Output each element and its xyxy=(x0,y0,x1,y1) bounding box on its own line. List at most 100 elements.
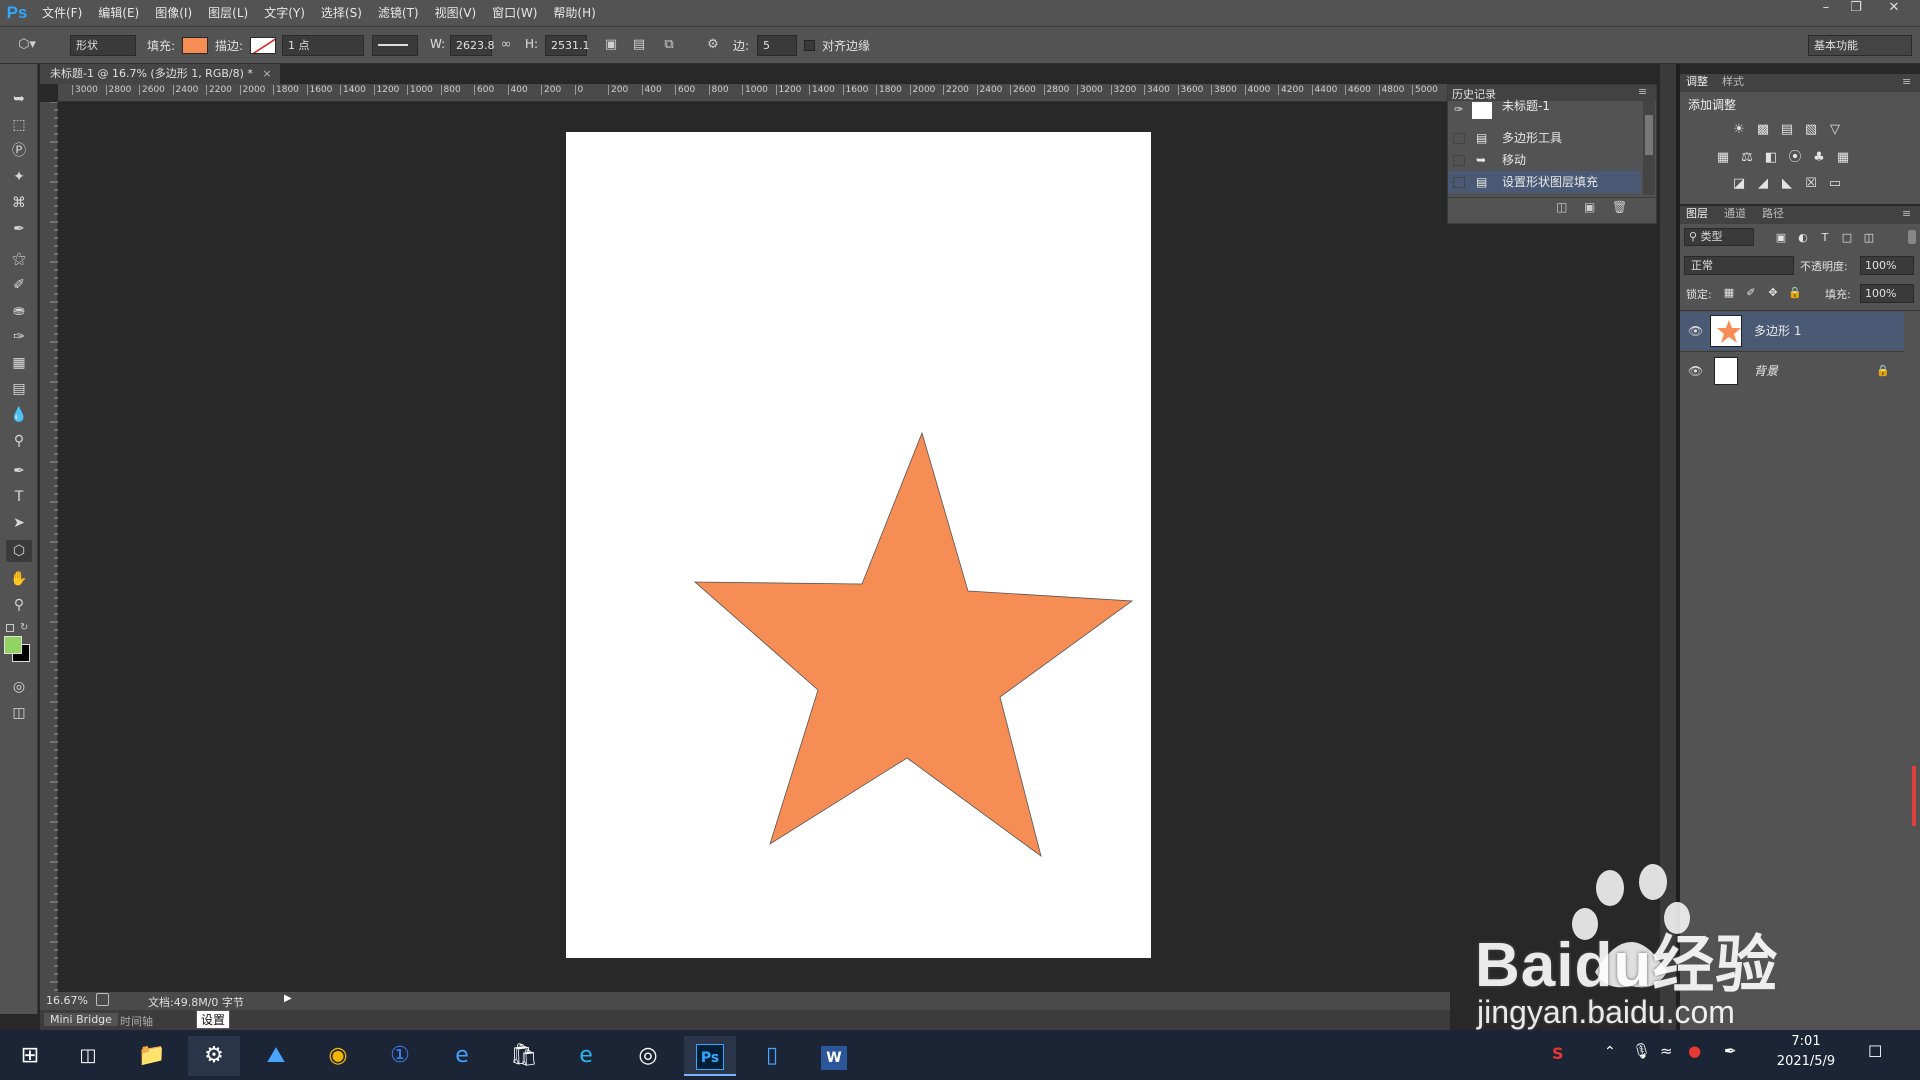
qq-browser-icon[interactable]: ◎ xyxy=(622,1036,674,1076)
tab-paths[interactable]: 路径 xyxy=(1762,206,1784,222)
menu-view[interactable]: 视图(V) xyxy=(427,0,485,26)
lock-position-icon[interactable]: ✥ xyxy=(1764,285,1782,301)
history-brush-tool-icon[interactable]: ✑ xyxy=(6,326,32,348)
clock-date[interactable]: 2021/5/9 xyxy=(1770,1054,1842,1069)
stroke-type-select[interactable] xyxy=(372,35,418,56)
status-menu-arrow-icon[interactable]: ▶ xyxy=(284,993,292,1004)
menu-edit[interactable]: 编辑(E) xyxy=(90,0,147,26)
panel-menu-icon[interactable]: ≡ xyxy=(1638,85,1647,98)
crop-tool-icon[interactable]: ⌘ xyxy=(6,192,32,214)
blur-tool-icon[interactable]: 💧 xyxy=(6,404,32,426)
tab-layers[interactable]: 图层 xyxy=(1686,206,1708,222)
history-checkbox[interactable] xyxy=(1453,155,1465,166)
hue-saturation-icon[interactable]: ▦ xyxy=(1714,150,1732,166)
photos-icon[interactable]: ⛰ xyxy=(250,1036,302,1076)
panel-menu-icon[interactable]: ≡ xyxy=(1902,206,1911,222)
document-canvas[interactable] xyxy=(566,132,1151,958)
default-colors-icon[interactable] xyxy=(6,624,14,632)
move-tool-icon[interactable]: ➥ xyxy=(6,88,32,110)
star-shape[interactable] xyxy=(566,132,1151,958)
task-view-icon[interactable]: ◫ xyxy=(62,1036,114,1076)
foreground-color-swatch[interactable] xyxy=(4,636,22,654)
photo-filter-icon[interactable]: ⦿ xyxy=(1786,150,1804,166)
tab-adjustments[interactable]: 调整 xyxy=(1686,74,1708,90)
history-snapshot[interactable]: ✑ 未标题-1 xyxy=(1448,99,1641,121)
color-lookup-icon[interactable]: ▦ xyxy=(1834,150,1852,166)
menu-filter[interactable]: 滤镜(T) xyxy=(370,0,427,26)
layer-name[interactable]: 多边形 1 xyxy=(1754,312,1801,350)
trash-icon[interactable]: 🗑 xyxy=(1612,200,1627,214)
type-tool-icon[interactable]: T xyxy=(6,486,32,508)
posterize-icon[interactable]: ◢ xyxy=(1754,176,1772,192)
zoom-tool-icon[interactable]: ⚲ xyxy=(6,594,32,616)
sides-field[interactable]: 5 xyxy=(757,35,797,56)
lock-pixels-icon[interactable]: ✐ xyxy=(1742,285,1760,301)
brightness-icon[interactable]: ☀ xyxy=(1730,122,1748,138)
layer-name[interactable]: 背景 xyxy=(1754,352,1778,390)
phone-app-icon[interactable]: ▯ xyxy=(746,1036,798,1076)
tray-expand-icon[interactable]: ⌃ xyxy=(1604,1044,1616,1060)
pen-tool-icon[interactable]: ✒ xyxy=(6,460,32,482)
pixel-filter-icon[interactable]: ▣ xyxy=(1772,230,1790,246)
zoom-level[interactable]: 16.67% xyxy=(46,994,88,1007)
curves-icon[interactable]: ▤ xyxy=(1778,122,1796,138)
exposure-icon[interactable]: ▧ xyxy=(1802,122,1820,138)
dodge-tool-icon[interactable]: ⚲ xyxy=(6,430,32,452)
lock-all-icon[interactable]: 🔒 xyxy=(1786,285,1804,301)
path-operations-icon[interactable]: ▣ xyxy=(602,36,620,54)
settings-gear-icon[interactable]: ⚙ xyxy=(188,1036,240,1076)
tab-channels[interactable]: 通道 xyxy=(1724,206,1746,222)
adjustment-filter-icon[interactable]: ◐ xyxy=(1794,230,1812,246)
menu-layer[interactable]: 图层(L) xyxy=(200,0,256,26)
new-document-icon[interactable]: ◫ xyxy=(1556,200,1567,214)
tab-timeline[interactable]: 时间轴 xyxy=(120,1013,153,1029)
height-field[interactable]: 2531.1 xyxy=(545,35,590,56)
filter-toggle[interactable] xyxy=(1908,230,1916,244)
gradient-tool-icon[interactable]: ▤ xyxy=(6,378,32,400)
layer-row[interactable]: 👁 背景 🔒 xyxy=(1680,351,1904,389)
polygon-tool-icon[interactable]: ⬡ xyxy=(6,540,32,562)
restore-icon[interactable]: ❐ xyxy=(1842,0,1870,18)
camera-icon[interactable]: ▣ xyxy=(1584,200,1595,214)
browser-icon[interactable]: e xyxy=(560,1036,612,1076)
gradient-map-icon[interactable]: ▭ xyxy=(1826,176,1844,192)
history-item[interactable]: ▤ 多边形工具 xyxy=(1448,127,1641,149)
tray-app-icon[interactable]: ● xyxy=(1688,1042,1701,1060)
eraser-tool-icon[interactable]: ▦ xyxy=(6,352,32,374)
shape-filter-icon[interactable]: □ xyxy=(1838,230,1856,246)
levels-icon[interactable]: ▩ xyxy=(1754,122,1772,138)
path-arrangement-icon[interactable]: ⧉ xyxy=(660,36,678,54)
swap-colors-icon[interactable]: ↻ xyxy=(20,622,28,633)
polygon-tool-preset-icon[interactable]: ⬡▾ xyxy=(18,36,36,54)
gear-icon[interactable]: ⚙ xyxy=(704,36,722,54)
history-scrollbar[interactable] xyxy=(1643,101,1655,195)
type-filter-icon[interactable]: T xyxy=(1816,230,1834,246)
workspace-select[interactable]: 基本功能 xyxy=(1808,35,1912,56)
eye-icon[interactable]: 👁 xyxy=(1688,352,1703,390)
eye-icon[interactable]: 👁 xyxy=(1688,312,1703,350)
eyedropper-tool-icon[interactable]: ✒ xyxy=(6,218,32,240)
blend-mode-select[interactable]: 正常 xyxy=(1684,256,1794,275)
vibrance-icon[interactable]: ▽ xyxy=(1826,122,1844,138)
clock-time[interactable]: 7:01 xyxy=(1776,1034,1836,1049)
store-icon[interactable]: 🛍 xyxy=(498,1036,550,1076)
stroke-width-field[interactable]: 1 点 xyxy=(282,35,364,56)
link-icon[interactable]: ∞ xyxy=(497,36,515,54)
pen-tray-icon[interactable]: ✒ xyxy=(1724,1042,1737,1060)
path-alignment-icon[interactable]: ▤ xyxy=(630,36,648,54)
history-item[interactable]: ➥ 移动 xyxy=(1448,149,1641,171)
history-checkbox[interactable] xyxy=(1453,177,1465,188)
document-tab[interactable]: 未标题-1 @ 16.7% (多边形 1, RGB/8) * × xyxy=(40,64,280,84)
sogou-input-icon[interactable]: S xyxy=(1552,1044,1564,1063)
network-icon[interactable]: ≈ xyxy=(1660,1042,1673,1060)
tool-mode-select[interactable]: 形状 xyxy=(70,35,136,56)
lasso-tool-icon[interactable]: Ⓟ xyxy=(6,140,32,162)
path-selection-tool-icon[interactable]: ➤ xyxy=(6,512,32,534)
color-balance-icon[interactable]: ⚖ xyxy=(1738,150,1756,166)
menu-image[interactable]: 图像(I) xyxy=(147,0,200,26)
layer-row-selected[interactable]: 👁 多边形 1 xyxy=(1680,312,1904,350)
file-explorer-icon[interactable]: 📁 xyxy=(126,1036,178,1076)
l-app-icon[interactable]: ① xyxy=(374,1036,426,1076)
healing-brush-tool-icon[interactable]: ⚝ xyxy=(6,248,32,270)
magic-wand-tool-icon[interactable]: ✦ xyxy=(6,166,32,188)
